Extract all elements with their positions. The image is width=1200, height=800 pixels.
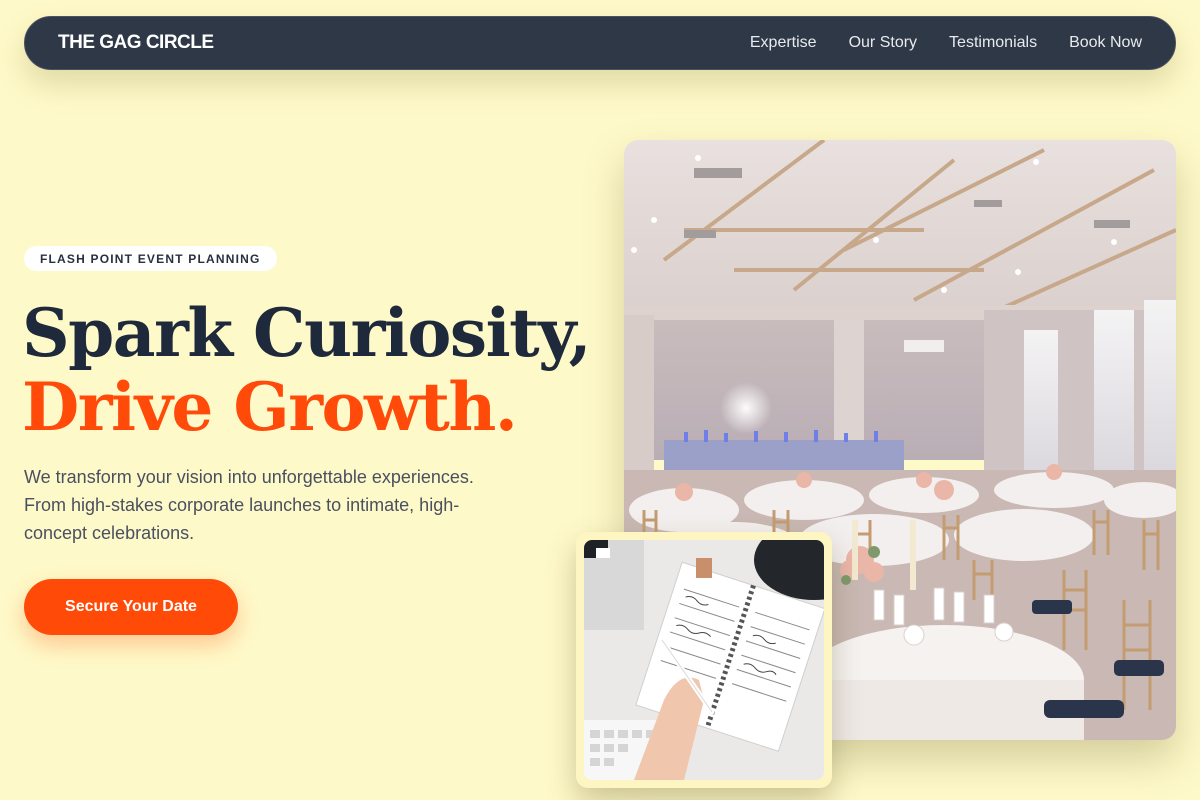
headline-line-2: Drive Growth.	[22, 368, 518, 446]
hero-description: We transform your vision into unforgetta…	[24, 467, 474, 543]
hero-badge: FLASH POINT EVENT PLANNING	[24, 246, 277, 271]
hero-headline: Spark Curiosity, Drive Growth.	[22, 296, 622, 444]
planner-notebook-image	[584, 540, 824, 780]
nav-link-testimonials[interactable]: Testimonials	[949, 34, 1037, 52]
headline-line-1: Spark Curiosity,	[22, 294, 592, 372]
nav-link-expertise[interactable]: Expertise	[750, 34, 817, 52]
secure-date-button[interactable]: Secure Your Date	[24, 579, 238, 635]
brand-logo[interactable]: THE GAG CIRCLE	[58, 32, 214, 54]
nav-link-our-story[interactable]: Our Story	[849, 34, 917, 52]
nav-links: Expertise Our Story Testimonials Book No…	[750, 34, 1142, 52]
planner-inset-frame	[576, 532, 832, 788]
top-navbar: THE GAG CIRCLE Expertise Our Story Testi…	[24, 16, 1176, 70]
nav-link-book-now[interactable]: Book Now	[1069, 34, 1142, 52]
landing-page: THE GAG CIRCLE Expertise Our Story Testi…	[0, 0, 1200, 800]
